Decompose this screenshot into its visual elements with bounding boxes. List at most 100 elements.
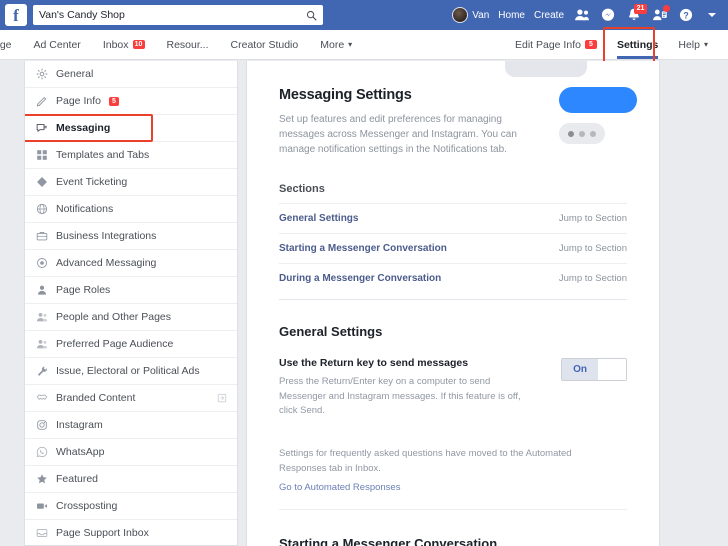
notifications-bell-icon[interactable]: 21 — [625, 3, 647, 24]
edit-page-info-badge: 5 — [584, 40, 597, 49]
messaging-settings-panel: Messaging Settings Set up features and e… — [246, 61, 660, 546]
profile-shortcut[interactable]: Van — [452, 7, 489, 23]
whatsapp-icon — [35, 446, 48, 459]
nav-item-more[interactable]: More ▾ — [309, 30, 363, 59]
sidebar-item-branded-content[interactable]: Branded Content — [25, 385, 237, 412]
page-description: Set up features and edit preferences for… — [279, 114, 517, 155]
nav-item-label: Help — [678, 38, 700, 51]
section-link-label: General Settings — [279, 213, 359, 224]
sidebar-item-people-and-other-pages[interactable]: People and Other Pages — [25, 304, 237, 331]
profile-name: Van — [472, 9, 490, 21]
search-input-value: Van's Candy Shop — [39, 9, 125, 21]
nav-item-label: Ad Center — [33, 38, 81, 51]
sidebar-item-label: Page Roles — [56, 284, 111, 296]
facebook-top-navigation-bar: f Van's Candy Shop Van Home Create 21 ? — [0, 0, 728, 30]
avatar — [452, 7, 469, 23]
sidebar-item-preferred-page-audience[interactable]: Preferred Page Audience — [25, 331, 237, 358]
sidebar-item-advanced-messaging[interactable]: Advanced Messaging — [25, 250, 237, 277]
section-divider — [279, 299, 627, 300]
top-bar-right-cluster: Van Home Create 21 ? — [452, 3, 728, 24]
sidebar-item-label: Notifications — [56, 203, 114, 215]
section-link-label: Starting a Messenger Conversation — [279, 243, 447, 254]
nav-item-resources[interactable]: Resour... — [156, 30, 220, 59]
create-link[interactable]: Create — [534, 10, 564, 21]
inbox-icon — [35, 527, 48, 540]
globe-icon — [35, 203, 48, 216]
sidebar-item-label: People and Other Pages — [56, 311, 171, 323]
sections-heading: Sections — [279, 183, 325, 195]
facebook-logo-icon[interactable]: f — [5, 4, 27, 26]
nav-item-label: Resour... — [166, 38, 209, 51]
pages-feed-icon[interactable] — [651, 4, 670, 24]
sidebar-item-label: Branded Content — [56, 392, 136, 404]
sidebar-item-label: Page Info — [56, 95, 101, 107]
person-icon — [35, 284, 48, 297]
starting-conversation-heading: Starting a Messenger Conversation — [279, 535, 498, 546]
return-key-setting-text: Use the Return key to send messages Pres… — [279, 357, 539, 419]
sidebar-item-crossposting[interactable]: Crossposting — [25, 493, 237, 520]
nav-item-label: More — [320, 38, 345, 51]
toggle-option-off[interactable] — [598, 359, 626, 380]
sidebar-item-event-ticketing[interactable]: Event Ticketing — [25, 169, 237, 196]
chat-bubble-icon — [35, 122, 48, 135]
search-input[interactable]: Van's Candy Shop — [33, 5, 323, 25]
external-link-icon — [217, 393, 227, 403]
sidebar-item-label: Templates and Tabs — [56, 149, 150, 161]
gear-icon — [35, 68, 48, 81]
friend-requests-icon[interactable] — [573, 7, 590, 24]
sidebar-item-label: Page Support Inbox — [56, 527, 149, 539]
sidebar-item-page-roles[interactable]: Page Roles — [25, 277, 237, 304]
chevron-down-icon: ▾ — [703, 40, 708, 49]
nav-item-edit-page-info[interactable]: Edit Page Info 5 — [505, 30, 607, 59]
nav-item-settings[interactable]: Settings — [607, 30, 668, 59]
inbox-badge: 10 — [132, 40, 145, 49]
automated-responses-note: Settings for frequently asked questions … — [279, 447, 627, 510]
jump-to-section-link[interactable]: Jump to Section — [559, 273, 627, 284]
sidebar-item-templates-and-tabs[interactable]: Templates and Tabs — [25, 142, 237, 169]
instagram-icon — [35, 419, 48, 432]
sidebar-item-instagram[interactable]: Instagram — [25, 412, 237, 439]
nav-item-page[interactable]: age — [0, 30, 23, 59]
sidebar-item-business-integrations[interactable]: Business Integrations — [25, 223, 237, 250]
return-key-toggle[interactable]: On — [561, 358, 627, 381]
nav-item-ad-center[interactable]: Ad Center — [23, 30, 92, 59]
page-nav-left: age Ad Center Inbox 10 Resour... Creator… — [0, 30, 363, 59]
settings-sidebar: General Page Info 5 Messaging Templates … — [24, 61, 238, 546]
sidebar-item-issue-electoral-political-ads[interactable]: Issue, Electoral or Political Ads — [25, 358, 237, 385]
sidebar-item-page-info[interactable]: Page Info 5 — [25, 88, 237, 115]
chevron-down-icon[interactable] — [703, 7, 720, 24]
nav-item-inbox[interactable]: Inbox 10 — [92, 30, 156, 59]
chevron-down-icon: ▾ — [348, 40, 353, 49]
sidebar-item-label: Event Ticketing — [56, 176, 128, 188]
sidebar-item-whatsapp[interactable]: WhatsApp — [25, 439, 237, 466]
home-link[interactable]: Home — [498, 10, 525, 21]
toggle-option-on[interactable]: On — [562, 359, 598, 380]
sidebar-item-label: Crossposting — [56, 500, 118, 512]
sidebar-item-label: Featured — [56, 473, 99, 485]
section-row-general-settings[interactable]: General Settings Jump to Section — [279, 203, 627, 233]
sidebar-item-label: Preferred Page Audience — [56, 338, 174, 350]
nav-item-help[interactable]: Help ▾ — [668, 30, 718, 59]
sidebar-item-label: Messaging — [56, 122, 111, 134]
sidebar-item-notifications[interactable]: Notifications — [25, 196, 237, 223]
sidebar-item-page-support-inbox[interactable]: Page Support Inbox — [25, 520, 237, 545]
sidebar-item-general[interactable]: General — [25, 61, 237, 88]
general-settings-heading: General Settings — [279, 324, 383, 339]
jump-to-section-link[interactable]: Jump to Section — [559, 243, 627, 254]
section-link-label: During a Messenger Conversation — [279, 273, 442, 284]
jump-to-section-link[interactable]: Jump to Section — [559, 213, 627, 224]
handshake-icon — [35, 392, 48, 405]
search-icon — [306, 10, 317, 21]
help-circle-icon[interactable]: ? — [677, 7, 694, 24]
section-row-during-conversation[interactable]: During a Messenger Conversation Jump to … — [279, 263, 627, 293]
pencil-icon — [35, 95, 48, 108]
messenger-icon[interactable] — [599, 7, 616, 24]
go-to-automated-responses-link[interactable]: Go to Automated Responses — [279, 482, 627, 493]
sidebar-item-messaging[interactable]: Messaging — [25, 115, 237, 142]
nav-item-label: age — [0, 38, 12, 51]
nav-item-creator-studio[interactable]: Creator Studio — [220, 30, 310, 59]
sidebar-item-featured[interactable]: Featured — [25, 466, 237, 493]
svg-text:?: ? — [683, 11, 688, 21]
section-row-starting-conversation[interactable]: Starting a Messenger Conversation Jump t… — [279, 233, 627, 263]
ticket-icon — [35, 176, 48, 189]
